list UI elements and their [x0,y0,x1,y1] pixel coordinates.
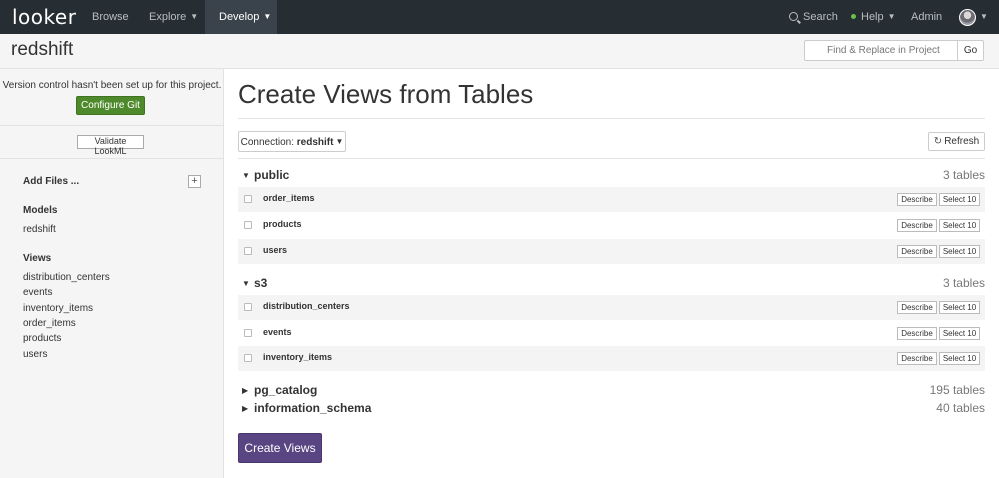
nav-search-label: Search [803,11,838,23]
chevron-down-icon[interactable]: ▼ [980,0,988,34]
view-item-users[interactable]: users [23,349,47,360]
divider [238,118,985,119]
validate-lookml-button[interactable]: Validate LookML [77,135,144,156]
refresh-label: Refresh [944,136,980,147]
caret-down-icon[interactable]: ▼ [242,171,250,180]
nav-browse[interactable]: Browse [92,0,129,34]
table-row: order_items Describe Select 10 [238,187,985,212]
table-name: order_items [263,193,315,203]
table-row: inventory_items Describe Select 10 [238,346,985,371]
table-checkbox[interactable] [244,354,252,362]
view-item-order-items[interactable]: order_items [23,318,76,329]
table-count: 195 tables [929,383,985,397]
connection-label: Connection: [240,137,294,148]
table-checkbox[interactable] [244,221,252,229]
looker-logo[interactable]: looker [12,5,76,29]
nav-develop-label: Develop [219,11,260,23]
schema-public: ▼ public 3 tables [238,168,985,184]
table-row: users Describe Select 10 [238,239,985,264]
add-files-heading[interactable]: Add Files ... [23,176,79,187]
select-10-button[interactable]: Select 10 [939,352,980,365]
describe-button[interactable]: Describe [897,301,937,314]
nav-develop[interactable]: Develop ▼ [205,0,277,34]
table-name: products [263,219,302,229]
table-checkbox[interactable] [244,303,252,311]
sidebar: Version control hasn't been set up for t… [0,69,224,478]
table-row: products Describe Select 10 [238,213,985,238]
nav-explore[interactable]: Explore ▼ [149,0,198,34]
select-10-button[interactable]: Select 10 [939,219,980,232]
table-count: 3 tables [942,168,985,182]
search-icon [789,12,798,21]
select-10-button[interactable]: Select 10 [939,245,980,258]
view-item-distribution-centers[interactable]: distribution_centers [23,272,110,283]
schema-name[interactable]: pg_catalog [254,383,317,397]
refresh-button[interactable]: ↻ Refresh [928,132,985,151]
schema-name[interactable]: public [254,168,289,182]
nav-admin[interactable]: Admin [911,0,942,34]
chevron-down-icon: ▼ [263,12,272,21]
status-dot-icon [851,14,856,19]
view-item-events[interactable]: events [23,287,52,298]
describe-button[interactable]: Describe [897,327,937,340]
caret-down-icon: ▼ [335,137,344,146]
chevron-down-icon: ▼ [887,12,896,21]
select-10-button[interactable]: Select 10 [939,301,980,314]
nav-admin-label: Admin [911,11,943,23]
view-item-products[interactable]: products [23,333,61,344]
schema-s3: ▼ s3 3 tables [238,276,985,292]
create-views-button[interactable]: Create Views [238,433,322,463]
schema-information-schema: ▶ information_schema 40 tables [238,401,985,417]
table-checkbox[interactable] [244,195,252,203]
caret-right-icon[interactable]: ▶ [242,404,248,413]
logo-text: looker [12,5,77,29]
divider [0,125,224,126]
find-replace-input[interactable] [804,40,957,61]
configure-git-button[interactable]: Configure Git [76,96,145,115]
select-10-button[interactable]: Select 10 [939,327,980,340]
table-name: users [263,245,288,255]
table-row: events Describe Select 10 [238,321,985,346]
model-item-redshift[interactable]: redshift [23,224,56,235]
project-title: redshift [11,39,74,60]
chevron-down-icon: ▼ [190,12,199,21]
table-name: inventory_items [263,352,333,362]
version-control-message: Version control hasn't been set up for t… [2,80,222,91]
nav-help[interactable]: Help ▼ [851,0,896,34]
avatar[interactable] [959,9,976,26]
schema-name[interactable]: information_schema [254,401,371,415]
nav-help-label: Help [861,11,884,23]
connection-value: redshift [296,137,334,148]
describe-button[interactable]: Describe [897,245,937,258]
table-name: events [263,327,292,337]
refresh-icon: ↻ [933,136,943,147]
go-button[interactable]: Go [957,40,984,61]
nav-search[interactable]: Search [789,0,838,34]
view-item-inventory-items[interactable]: inventory_items [23,303,93,314]
page-title: Create Views from Tables [238,79,534,109]
divider [238,158,985,159]
divider [0,158,224,159]
describe-button[interactable]: Describe [897,193,937,206]
schema-pg-catalog: ▶ pg_catalog 195 tables [238,383,985,399]
table-row: distribution_centers Describe Select 10 [238,295,985,320]
views-heading: Views [23,253,52,264]
table-checkbox[interactable] [244,329,252,337]
caret-down-icon[interactable]: ▼ [242,279,250,288]
select-10-button[interactable]: Select 10 [939,193,980,206]
models-heading: Models [23,205,58,216]
nav-explore-label: Explore [149,11,187,23]
table-count: 40 tables [936,401,985,415]
top-nav: looker Browse Explore ▼ Develop ▼ Search H… [0,0,999,34]
nav-browse-label: Browse [92,11,129,23]
caret-right-icon[interactable]: ▶ [242,386,248,395]
describe-button[interactable]: Describe [897,352,937,365]
table-name: distribution_centers [263,301,350,311]
plus-icon[interactable]: + [188,175,201,188]
describe-button[interactable]: Describe [897,219,937,232]
schema-name[interactable]: s3 [254,276,267,290]
table-count: 3 tables [942,276,985,290]
table-checkbox[interactable] [244,247,252,255]
connection-dropdown[interactable]: Connection: redshift ▼ [238,131,346,152]
